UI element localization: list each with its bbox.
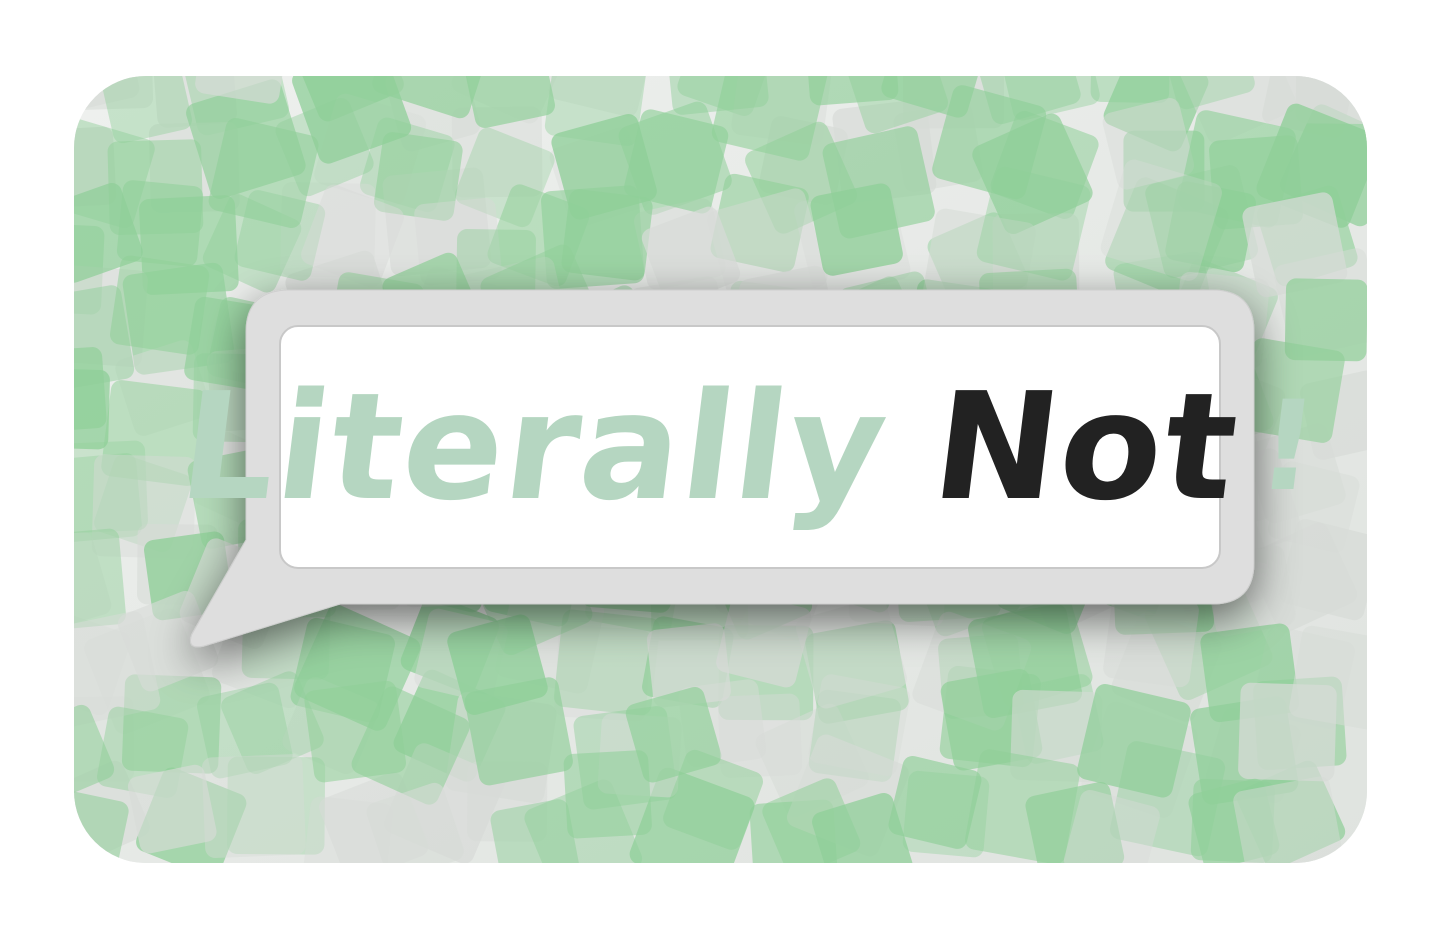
- background-tile: [201, 754, 306, 858]
- background-tile: [563, 750, 652, 839]
- background-tile: [553, 609, 660, 716]
- background-tile: [808, 674, 911, 776]
- background-tile: [1103, 591, 1199, 688]
- background-tile: [810, 183, 903, 276]
- background-tile: [74, 347, 107, 433]
- logo-wordmark: Literally Not !: [172, 326, 1327, 568]
- background-tile: [1238, 682, 1337, 782]
- logo-word-not: Not: [924, 361, 1248, 533]
- logo-word-literally: Literally: [171, 361, 898, 533]
- background-tile: [965, 749, 1080, 863]
- background-tile: [464, 677, 573, 786]
- background-tile: [1090, 76, 1171, 104]
- background-tile: [116, 180, 204, 267]
